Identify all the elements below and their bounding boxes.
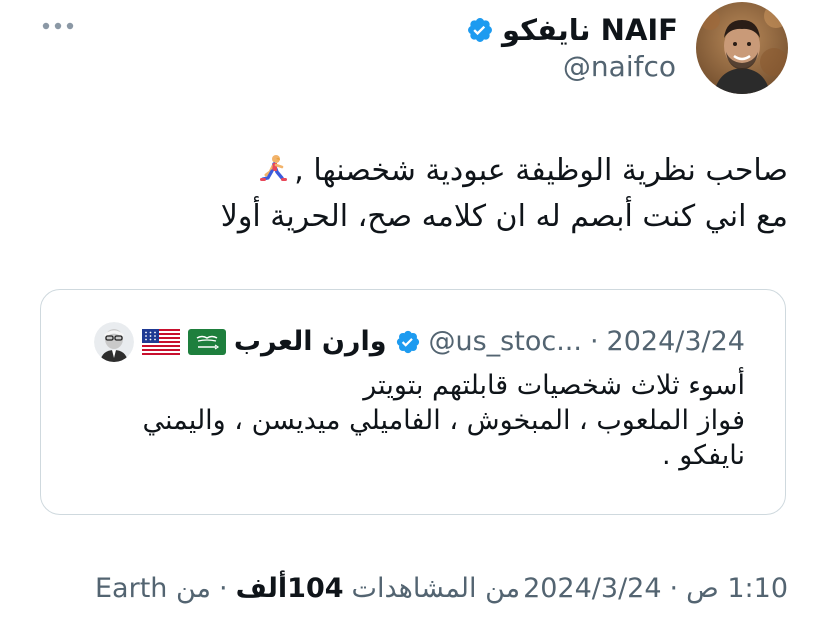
quoted-tweet-card[interactable]: 2024/3/24 · @us_stoc... وارن العرب أسوء … <box>40 289 786 515</box>
quoted-handle: @us_stoc... <box>428 326 582 357</box>
posted-from: من Earth <box>95 572 212 604</box>
tweet-meta-row-views: من المشاهدات 104ألف · من Earth <box>95 568 520 608</box>
views-label: من المشاهدات <box>351 572 521 604</box>
meta-separator: · <box>219 572 228 604</box>
more-options-button[interactable] <box>40 14 76 38</box>
meta-separator: · <box>669 572 679 604</box>
tweet-meta-row: 1:10 ص · 2024/3/24 <box>523 568 788 608</box>
post-date[interactable]: 2024/3/24 <box>523 573 661 604</box>
quoted-verified-badge-icon <box>396 330 419 354</box>
quoted-text-line: فواز الملعوب ، المبخوش ، الفاميلي ميديسن… <box>142 405 745 436</box>
post-time[interactable]: 1:10 ص <box>686 573 788 604</box>
author-avatar[interactable] <box>696 2 788 94</box>
tweet-text: صاحب نظرية الوظيفة عبودية شخصنها , مع ان… <box>48 148 788 240</box>
runner-emoji-icon <box>260 155 288 181</box>
views-count[interactable]: 104ألف <box>236 573 344 604</box>
quoted-text-line: أسوء ثلاث شخصيات قابلتهم بتويتر <box>363 370 745 401</box>
saudi-flag-icon <box>187 329 226 355</box>
author-handle[interactable]: @naifco <box>563 50 676 84</box>
quoted-separator: · <box>589 326 599 357</box>
verified-badge-icon <box>468 18 492 42</box>
more-icon <box>42 22 74 30</box>
author-name: نايفكو NAIF <box>501 13 678 47</box>
quoted-date[interactable]: 2024/3/24 <box>607 325 745 359</box>
tweet-text-line: مع اني كنت أبصم له ان كلامه صح، الحرية أ… <box>220 199 788 234</box>
quoted-tweet-header: 2024/3/24 · @us_stoc... وارن العرب <box>93 322 745 362</box>
quoted-avatar <box>93 322 134 362</box>
quoted-text-line: نايفكو . <box>662 440 745 471</box>
tweet-text-line: صاحب نظرية الوظيفة عبودية شخصنها , <box>48 148 788 194</box>
quoted-tweet-text: أسوء ثلاث شخصيات قابلتهم بتويتر فواز الم… <box>85 368 745 473</box>
author-name-row[interactable]: نايفكو NAIF <box>466 12 678 48</box>
quoted-author-name: وارن العرب <box>233 326 387 357</box>
us-flag-icon <box>141 329 180 355</box>
